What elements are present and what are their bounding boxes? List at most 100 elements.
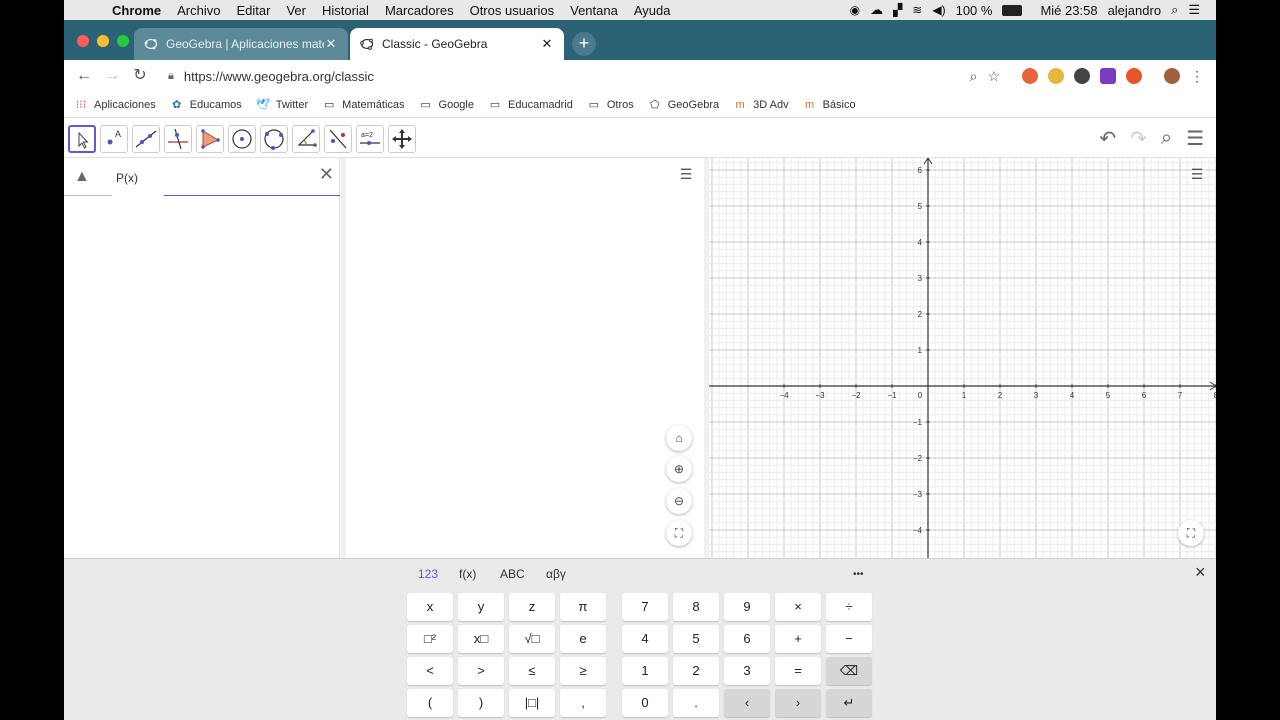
zoom-out-button[interactable]: ⊖ <box>666 488 692 514</box>
keyboard-more-icon[interactable]: ••• <box>853 569 864 580</box>
bookmark-google[interactable]: ▭ Google <box>419 99 474 111</box>
bookmark-geogebra[interactable]: ⬠ GeoGebra <box>648 99 719 111</box>
circle-three-points-tool-button[interactable] <box>260 125 288 153</box>
bookmark-aplicaciones[interactable]: ⁝⁝⁝ Aplicaciones <box>74 99 156 111</box>
keyboard-tab-abc[interactable]: ABC <box>500 567 525 581</box>
bookmark-star-icon[interactable]: ☆ <box>987 68 1000 85</box>
fullscreen-button[interactable]: ⛶ <box>1178 520 1204 546</box>
new-tab-button[interactable]: + <box>572 32 596 56</box>
bookmark-otros[interactable]: ▭ Otros <box>587 99 634 111</box>
style-bar-toggle-icon[interactable]: ☰ <box>671 161 701 187</box>
minimize-window-button[interactable] <box>97 35 109 47</box>
key-2[interactable]: 2 <box>673 657 719 685</box>
user-name[interactable]: alejandro <box>1108 3 1162 18</box>
chrome-menu-icon[interactable]: ⋮ <box>1190 68 1204 85</box>
menu-historial[interactable]: Historial <box>314 3 377 18</box>
perpendicular-tool-button[interactable] <box>164 125 192 153</box>
key-7[interactable]: 7 <box>622 593 668 621</box>
key-times[interactable]: × <box>775 593 821 621</box>
key-0[interactable]: 0 <box>622 689 668 717</box>
onenote-icon[interactable] <box>1100 68 1116 84</box>
key-square[interactable]: □² <box>407 625 453 653</box>
menu-archivo[interactable]: Archivo <box>169 3 228 18</box>
circle-tool-button[interactable] <box>228 125 256 153</box>
maximize-window-button[interactable] <box>117 35 129 47</box>
grid-icon[interactable]: ▞ <box>893 3 902 17</box>
key-3[interactable]: 3 <box>724 657 770 685</box>
graphics-view-2[interactable]: −4−3−2−10123456789654321−1−2−3−4 <box>709 158 1216 558</box>
key-1[interactable]: 1 <box>622 657 668 685</box>
menu-marcadores[interactable]: Marcadores <box>377 3 462 18</box>
key-plus[interactable]: + <box>775 625 821 653</box>
redo-icon[interactable]: ↷ <box>1130 126 1147 151</box>
extension-icon[interactable] <box>1074 68 1090 84</box>
key-z[interactable]: z <box>509 593 555 621</box>
bookmark-twitter[interactable]: 🕊︎ Twitter <box>256 99 308 111</box>
bookmark-3d-adv[interactable]: m 3D Adv <box>733 99 789 111</box>
key-power[interactable]: x□ <box>458 625 504 653</box>
key-x[interactable]: x <box>407 593 453 621</box>
key-5[interactable]: 5 <box>673 625 719 653</box>
key-left-arrow[interactable]: ‹ <box>724 689 770 717</box>
volume-icon[interactable]: ◀) <box>932 3 945 17</box>
slider-tool-button[interactable]: a=2 <box>356 125 384 153</box>
undo-icon[interactable]: ↶ <box>1099 126 1116 151</box>
key-pi[interactable]: π <box>560 593 606 621</box>
key-close-paren[interactable]: ) <box>458 689 504 717</box>
menu-ventana[interactable]: Ventana <box>562 3 626 18</box>
extension-icon[interactable] <box>1022 68 1038 84</box>
key-backspace[interactable]: ⌫ <box>826 657 872 685</box>
keyboard-tab-fx[interactable]: f(x) <box>459 567 476 581</box>
key-enter[interactable]: ↵ <box>826 689 872 717</box>
menu-app-name[interactable]: Chrome <box>104 3 169 18</box>
close-tab-icon[interactable]: ✕ <box>540 36 554 52</box>
angle-tool-button[interactable] <box>292 125 320 153</box>
move-graphics-tool-button[interactable] <box>388 125 416 153</box>
extension-icon[interactable] <box>1048 68 1064 84</box>
profile-avatar[interactable] <box>1164 68 1180 84</box>
warning-icon[interactable]: ▲ <box>74 168 90 186</box>
zoom-icon[interactable]: ⌕ <box>970 68 978 85</box>
close-icon[interactable]: ✕ <box>319 164 334 185</box>
hamburger-menu-icon[interactable]: ☰ <box>1186 126 1204 151</box>
lock-icon[interactable]: 🔒︎ <box>168 70 174 83</box>
style-bar-toggle-icon[interactable]: ☰ <box>1182 161 1212 187</box>
cloud-icon[interactable]: ☁ <box>870 2 883 18</box>
key-minus[interactable]: − <box>826 625 872 653</box>
key-sqrt[interactable]: √□ <box>509 625 555 653</box>
key-greater-than[interactable]: > <box>458 657 504 685</box>
key-6[interactable]: 6 <box>724 625 770 653</box>
point-tool-button[interactable]: A <box>100 125 128 153</box>
key-y[interactable]: y <box>458 593 504 621</box>
tab-classic-geogebra[interactable]: Classic - GeoGebra ✕ <box>350 28 564 60</box>
search-icon[interactable]: ⌕ <box>1161 127 1172 150</box>
wifi-icon[interactable]: ≋ <box>912 3 922 17</box>
algebra-input-row[interactable]: ▲ P(x) ✕ <box>64 160 340 196</box>
keyboard-tab-greek[interactable]: αβγ <box>546 567 566 581</box>
keyboard-close-icon[interactable]: × <box>1195 562 1206 583</box>
tab-geogebra-apps[interactable]: GeoGebra | Aplicaciones mate ✕ <box>134 28 348 60</box>
close-window-button[interactable] <box>77 35 89 47</box>
key-equals[interactable]: = <box>775 657 821 685</box>
url-text[interactable]: https://www.geogebra.org/classic <box>184 69 374 84</box>
home-view-button[interactable]: ⌂ <box>666 425 692 451</box>
key-divide[interactable]: ÷ <box>826 593 872 621</box>
forward-icon[interactable]: → <box>98 62 126 90</box>
polygon-tool-button[interactable] <box>196 125 224 153</box>
key-less-equal[interactable]: ≤ <box>509 657 555 685</box>
fullscreen-button[interactable]: ⛶ <box>666 520 692 546</box>
extension-icon[interactable] <box>1126 68 1142 84</box>
key-8[interactable]: 8 <box>673 593 719 621</box>
spotlight-icon[interactable]: ⌕ <box>1171 2 1178 18</box>
bookmark-matematicas[interactable]: ▭ Matemáticas <box>322 99 405 111</box>
coordinate-grid[interactable]: −4−3−2−10123456789654321−1−2−3−4 <box>709 158 1216 558</box>
bookmark-educamos[interactable]: ✿ Educamos <box>170 99 242 111</box>
zoom-in-button[interactable]: ⊕ <box>666 456 692 482</box>
back-icon[interactable]: ← <box>70 62 98 90</box>
key-greater-equal[interactable]: ≥ <box>560 657 606 685</box>
key-comma[interactable]: , <box>560 689 606 717</box>
bookmark-educamadrid[interactable]: ▭ Educamadrid <box>488 99 573 111</box>
url-bar[interactable]: 🔒︎ https://www.geogebra.org/classic <box>168 69 374 84</box>
bookmark-basico[interactable]: m Básico <box>803 99 856 111</box>
battery-icon[interactable] <box>1002 4 1023 16</box>
